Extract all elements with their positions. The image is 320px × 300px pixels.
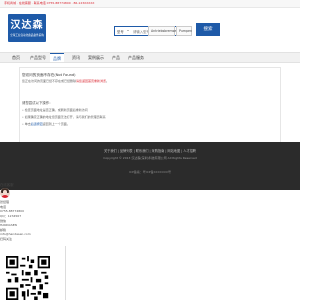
suggestion-text: 检查页面地址是否正确，或刷新页面后重新访问 bbox=[24, 108, 88, 112]
suggestion-item: • 如果确定正确的地址但页面无法打开，请与我们的管理员联系 bbox=[22, 115, 106, 119]
footer-links[interactable]: 关于我们 | 品牌列表 | 联系我们 | 采购指南 | 网站地图 | 人才招聘 bbox=[0, 148, 300, 153]
go-back-link[interactable]: 后退按钮 bbox=[31, 122, 43, 126]
avatar bbox=[0, 188, 10, 198]
footer-copyright: Copyright © 2013 汉达森(深圳)科技有限公司 All Right… bbox=[103, 156, 197, 160]
suggestion-text: 如果确定正确的地址但页面无法打开，请与我们的管理员联系 bbox=[24, 115, 106, 119]
search-type-select[interactable]: 型号 bbox=[117, 29, 124, 34]
logo-subtitle: 全球工业自动化备品备件采购 bbox=[10, 34, 44, 37]
not-found-message-text: 您正在访问的页面已经不存在或已经删除 bbox=[22, 79, 77, 83]
qr-code-icon bbox=[6, 256, 50, 300]
contact-email[interactable]: info@handasen.com bbox=[0, 232, 31, 236]
search-keyword-chip[interactable]: Pumpen bbox=[176, 26, 192, 36]
nav-item-services[interactable]: 产品服务 bbox=[126, 53, 146, 62]
logo-title: 汉达森 bbox=[10, 20, 44, 31]
contact-name: 张经理 bbox=[0, 200, 10, 204]
suggestions-heading: 请您尝试以下操作： bbox=[22, 101, 53, 105]
brand-logo[interactable]: 汉达森 全球工业自动化备品备件采购 bbox=[8, 14, 46, 42]
contact-title: 在线客服 bbox=[0, 183, 14, 187]
nav-item-products[interactable]: 产品 bbox=[110, 53, 122, 62]
top-notice-text: 手机商城 · 在线客服 · 联系电话 0755-88774800 · 86-12… bbox=[4, 1, 95, 5]
main-nav: 首页 产品型号 品牌 资讯 案例展示 产品 产品服务 bbox=[0, 52, 300, 63]
site-footer: 关于我们 | 品牌列表 | 联系我们 | 采购指南 | 网站地图 | 人才招聘 … bbox=[0, 142, 300, 190]
nav-item-brands[interactable]: 品牌 bbox=[50, 53, 64, 62]
top-notice-bar: 手机商城 · 在线客服 · 联系电话 0755-88774800 · 86-12… bbox=[0, 0, 300, 8]
suggestion-item: • 单击后退按钮返回到上一个页面。 bbox=[22, 122, 70, 126]
scan-label: 扫码关注 bbox=[0, 237, 13, 241]
footer-icp: ICP备案：粤ICP备XXXXXXX号 bbox=[129, 170, 171, 174]
suggestion-suffix: 返回到上一个页面。 bbox=[42, 122, 70, 126]
qr-code-panel bbox=[0, 246, 66, 300]
contact-phone[interactable]: 0755-88774800 bbox=[0, 209, 24, 213]
punctuation: 。 bbox=[106, 79, 110, 83]
not-found-title: 您访问的页面不存在(Not Found) bbox=[22, 73, 76, 77]
contact-wechat: HANDASEN bbox=[0, 223, 17, 227]
back-home-link[interactable]: 请您返回首页重新浏览 bbox=[76, 79, 106, 83]
nav-item-news[interactable]: 资讯 bbox=[70, 53, 82, 62]
suggestion-item: • 检查页面地址是否正确，或刷新页面后重新访问 bbox=[22, 108, 88, 112]
not-found-message: 您正在访问的页面已经不存在或已经删除请您返回首页重新浏览。 bbox=[22, 79, 109, 83]
nav-item-models[interactable]: 产品型号 bbox=[28, 53, 48, 62]
chevron-down-icon bbox=[127, 30, 129, 31]
search-button[interactable]: 搜索 bbox=[196, 23, 220, 36]
contact-qq[interactable]: QQ：1234567 bbox=[0, 214, 21, 218]
search-keyword-chip[interactable]: Antriebsbremse bbox=[148, 26, 176, 36]
nav-item-cases[interactable]: 案例展示 bbox=[86, 53, 106, 62]
nav-item-home[interactable]: 首页 bbox=[10, 53, 22, 62]
